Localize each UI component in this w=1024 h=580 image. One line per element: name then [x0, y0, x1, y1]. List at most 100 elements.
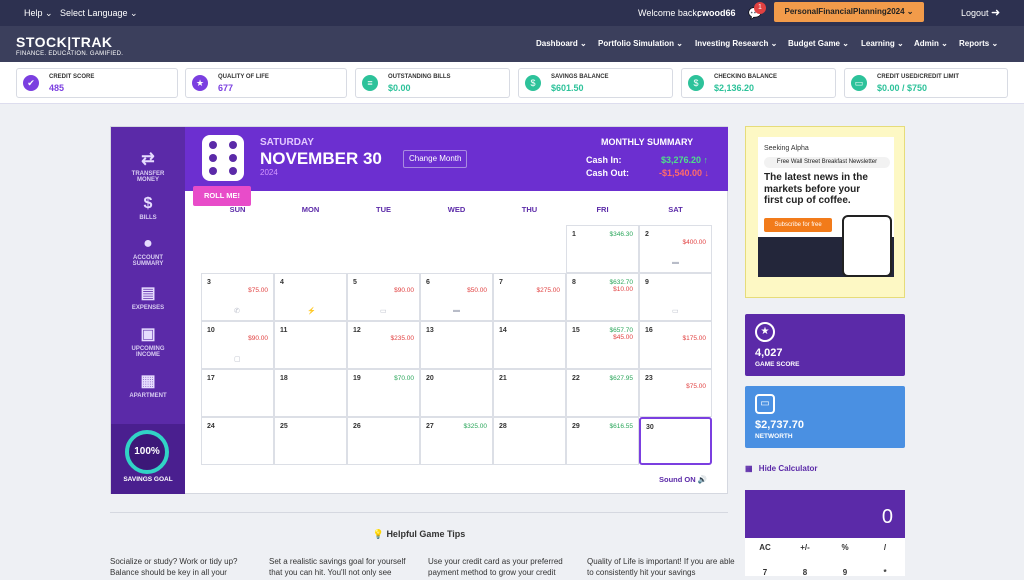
expense-amount: $10.00 [613, 286, 633, 293]
lightbulb-icon: 💡 [372, 529, 384, 539]
calc-key-multiply[interactable]: * [865, 566, 905, 580]
calendar-day-cell[interactable]: 10 $90.00 ▢ [201, 321, 274, 369]
expense-amount: $45.00 [613, 334, 633, 341]
savings-goal-ring: 100% [125, 430, 169, 474]
stat-label: OUTSTANDING BILLS [388, 74, 451, 80]
nav-portfolio-simulation[interactable]: Portfolio Simulation ⌄ [598, 39, 683, 48]
sidebar-item-account-summary[interactable]: ● ACCOUNT SUMMARY [111, 235, 185, 267]
nav-investing-research[interactable]: Investing Research ⌄ [695, 39, 777, 48]
sidebar-item-apartment[interactable]: ▦ APARTMENT [111, 371, 185, 399]
day-number: 18 [280, 375, 288, 382]
game-score-label: GAME SCORE [755, 361, 800, 368]
sidebar-item-transfer-money[interactable]: ⇄ TRANSFER MONEY [111, 149, 185, 183]
logout-link[interactable]: Logout [961, 8, 989, 18]
logout-icon[interactable]: ➜ [991, 6, 1000, 19]
calc-key-divide[interactable]: / [865, 541, 905, 555]
game-sidebar: ⇄ TRANSFER MONEY $ BILLS ● ACCOUNT SUMMA… [111, 127, 185, 494]
calc-key-7[interactable]: 7 [745, 566, 785, 580]
calendar-day-cell[interactable]: 27 $325.00 [420, 417, 493, 465]
stat-credit-score[interactable]: ✔ CREDIT SCORE 485 [16, 68, 178, 98]
sidebar-item-upcoming-income[interactable]: ▣ UPCOMING INCOME [111, 324, 185, 358]
calendar-day-cell[interactable]: 21 [493, 369, 566, 417]
dice-dot [229, 167, 237, 175]
help-menu[interactable]: Help ⌄ [24, 8, 53, 19]
calendar-day-cell[interactable]: 8 $632.70 $10.00 [566, 273, 639, 321]
calendar-day-cell[interactable]: 13 [420, 321, 493, 369]
calendar-day-cell[interactable]: 22 $627.95 [566, 369, 639, 417]
game-select[interactable]: PersonalFinancialPlanning2024 ⌄ [774, 2, 924, 22]
calendar-day-cell[interactable]: 23 $75.00 [639, 369, 712, 417]
calc-key-sign[interactable]: +/- [785, 541, 825, 555]
calendar-day-cell[interactable]: 20 [420, 369, 493, 417]
nav-budget-game[interactable]: Budget Game ⌄ [788, 39, 849, 48]
credit-card-icon: ▭ [851, 75, 867, 91]
calendar-day-cell[interactable]: 17 [201, 369, 274, 417]
sidebar-item-bills[interactable]: $ BILLS [111, 195, 185, 221]
calendar-day-cell[interactable]: 3 $75.00 ✆ [201, 273, 274, 321]
car-icon: ▬ [453, 307, 460, 314]
calendar-day-cell[interactable]: 25 [274, 417, 347, 465]
roll-me-button[interactable]: ROLL ME! [193, 186, 251, 206]
calendar-day-cell[interactable]: 24 [201, 417, 274, 465]
calendar-day-cell[interactable]: 28 [493, 417, 566, 465]
calc-key-9[interactable]: 9 [825, 566, 865, 580]
income-amount: $632.70 [609, 279, 634, 286]
hide-calculator-link[interactable]: ▦ Hide Calculator [745, 464, 817, 473]
calendar-grid: 1 $346.30 2 $400.00 ▬ 3 $75.00 ✆ 4 ⚡ 5 $90.00 ▭ 6 $50.… [201, 225, 713, 465]
stat-quality-of-life[interactable]: ★ QUALITY OF LIFE 677 [185, 68, 347, 98]
transfer-icon: ⇄ [141, 151, 155, 168]
stat-credit-used[interactable]: ▭ CREDIT USED/CREDIT LIMIT $0.00 / $750 [844, 68, 1008, 98]
stat-outstanding-bills[interactable]: ≡ OUTSTANDING BILLS $0.00 [355, 68, 510, 98]
sidebar-item-label: EXPENSES [131, 305, 165, 311]
stat-savings-balance[interactable]: $ SAVINGS BALANCE $601.50 [518, 68, 673, 98]
calendar-day-cell[interactable]: 7 $275.00 [493, 273, 566, 321]
dice-icon[interactable] [202, 135, 244, 181]
calc-key-8[interactable]: 8 [785, 566, 825, 580]
advertisement[interactable]: Seeking Alpha Free Wall Street Breakfast… [745, 126, 905, 298]
calendar-day-cell[interactable]: 29 $616.55 [566, 417, 639, 465]
calendar-day-cell[interactable]: 1 $346.30 [566, 225, 639, 273]
calendar-day-cell[interactable]: 26 [347, 417, 420, 465]
sparkle-icon: ★ [192, 75, 208, 91]
calendar-day-cell[interactable]: 14 [493, 321, 566, 369]
calendar-empty-cell [201, 225, 274, 273]
day-of-week: SATURDAY [260, 137, 314, 148]
nav-reports[interactable]: Reports ⌄ [959, 39, 998, 48]
calendar-day-cell[interactable]: 30 [639, 417, 712, 465]
calendar-day-cell[interactable]: 4 ⚡ [274, 273, 347, 321]
sidebar-item-expenses[interactable]: ▤ EXPENSES [111, 283, 185, 311]
calendar-day-cell[interactable]: 6 $50.00 ▬ [420, 273, 493, 321]
calendar-day-cell[interactable]: 11 [274, 321, 347, 369]
calendar-day-cell[interactable]: 15 $657.70 $45.00 [566, 321, 639, 369]
calendar-day-cell[interactable]: 2 $400.00 ▬ [639, 225, 712, 273]
wallet-icon: ▭ [755, 394, 775, 414]
nav-admin[interactable]: Admin ⌄ [914, 39, 948, 48]
calc-key-clear[interactable]: AC [745, 541, 785, 555]
stat-checking-balance[interactable]: $ CHECKING BALANCE $2,136.20 [681, 68, 836, 98]
calendar-day-cell[interactable]: 5 $90.00 ▭ [347, 273, 420, 321]
calendar-day-cell[interactable]: 18 [274, 369, 347, 417]
savings-goal-label: SAVINGS GOAL [123, 476, 173, 483]
language-select[interactable]: Select Language ⌄ [60, 8, 138, 19]
savings-goal[interactable]: 100% SAVINGS GOAL [111, 424, 185, 494]
expense-amount: $275.00 [536, 287, 561, 294]
sound-toggle[interactable]: Sound ON 🔊 [659, 475, 707, 484]
game-tips: 💡 Helpful Game Tips Socialize or study? … [110, 512, 735, 577]
calendar-day-cell[interactable]: 9 ▭ [639, 273, 712, 321]
calendar-header: SATURDAY NOVEMBER 30 2024 Change Month M… [185, 127, 728, 191]
day-number: 4 [280, 279, 284, 286]
nav-dashboard[interactable]: Dashboard ⌄ [536, 39, 587, 48]
change-month-button[interactable]: Change Month [403, 150, 468, 168]
ad-content[interactable]: Seeking Alpha Free Wall Street Breakfast… [758, 137, 894, 277]
calendar-day-cell[interactable]: 12 $235.00 [347, 321, 420, 369]
ad-headline: The latest news in the markets before yo… [764, 172, 868, 206]
ad-subscribe-button[interactable]: Subscribe for free [764, 218, 832, 232]
stocktrak-logo[interactable]: STOCK|TRAK FINANCE. EDUCATION. GAMIFIED. [16, 34, 123, 57]
cash-in-label: Cash In: [586, 155, 622, 165]
nav-learning[interactable]: Learning ⌄ [861, 39, 904, 48]
calc-key-percent[interactable]: % [825, 541, 865, 555]
stat-value: $0.00 / $750 [877, 83, 928, 93]
calendar-day-cell[interactable]: 16 $175.00 [639, 321, 712, 369]
calendar-day-cell[interactable]: 19 $70.00 [347, 369, 420, 417]
tip-item: Set a realistic savings goal for yoursel… [269, 557, 406, 577]
